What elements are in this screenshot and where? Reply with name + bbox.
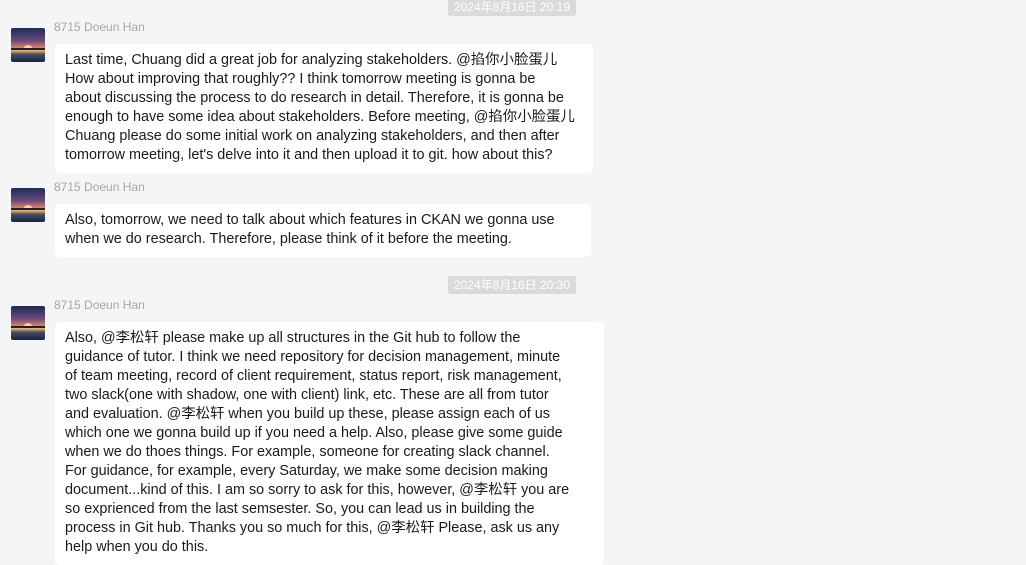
message-line: and evaluation. @李松轩 when you build up t… (65, 406, 551, 422)
avatar[interactable] (11, 188, 45, 222)
message-line: document...kind of this. I am so sorry t… (65, 482, 570, 498)
message-line: which one we gonna build up if you need … (65, 425, 563, 441)
message-line: process in Git hub. Thanks you so much f… (65, 520, 560, 536)
message-line: Chuang please do some initial work on an… (65, 128, 560, 144)
message-line: about discussing the process to do resea… (65, 90, 564, 106)
message-line: Also, tomorrow, we need to talk about wh… (65, 212, 555, 228)
message-line: of team meeting, record of client requir… (65, 368, 562, 384)
message-line: so exprienced from the last semsester. S… (65, 501, 535, 517)
timestamp-divider: 2024年8月16日 20:19 (448, 0, 576, 16)
message-line: two slack(one with shadow, one with clie… (65, 387, 549, 403)
message-line: when we do thoes things. For example, so… (65, 444, 550, 460)
message-line: guidance of tutor. I think we need repos… (65, 349, 561, 365)
message-bubble[interactable]: Also, @李松轩 please make up all structures… (55, 322, 604, 565)
message-line: How about improving that roughly?? I thi… (65, 71, 536, 87)
sender-name[interactable]: 8715 Doeun Han (54, 20, 145, 34)
message-bubble[interactable]: Last time, Chuang did a great job for an… (55, 44, 593, 173)
avatar[interactable] (11, 306, 45, 340)
message-line: For guidance, for example, every Saturda… (65, 463, 548, 479)
avatar-horizon-graphic (11, 326, 45, 328)
message-line: Last time, Chuang did a great job for an… (65, 52, 558, 68)
avatar-horizon-graphic (11, 208, 45, 210)
avatar[interactable] (11, 28, 45, 62)
message-line: enough to have some idea about stakehold… (65, 109, 575, 125)
message-line: when we do research. Therefore, please t… (65, 231, 512, 247)
message-line: help when you do this. (65, 539, 209, 555)
timestamp-divider: 2024年8月16日 20:30 (448, 276, 576, 294)
avatar-horizon-graphic (11, 48, 45, 50)
message-line: tomorrow meeting, let's delve into it an… (65, 147, 553, 163)
message-bubble[interactable]: Also, tomorrow, we need to talk about wh… (55, 204, 591, 257)
message-line: Also, @李松轩 please make up all structures… (65, 330, 521, 346)
sender-name[interactable]: 8715 Doeun Han (54, 298, 145, 312)
sender-name[interactable]: 8715 Doeun Han (54, 180, 145, 194)
